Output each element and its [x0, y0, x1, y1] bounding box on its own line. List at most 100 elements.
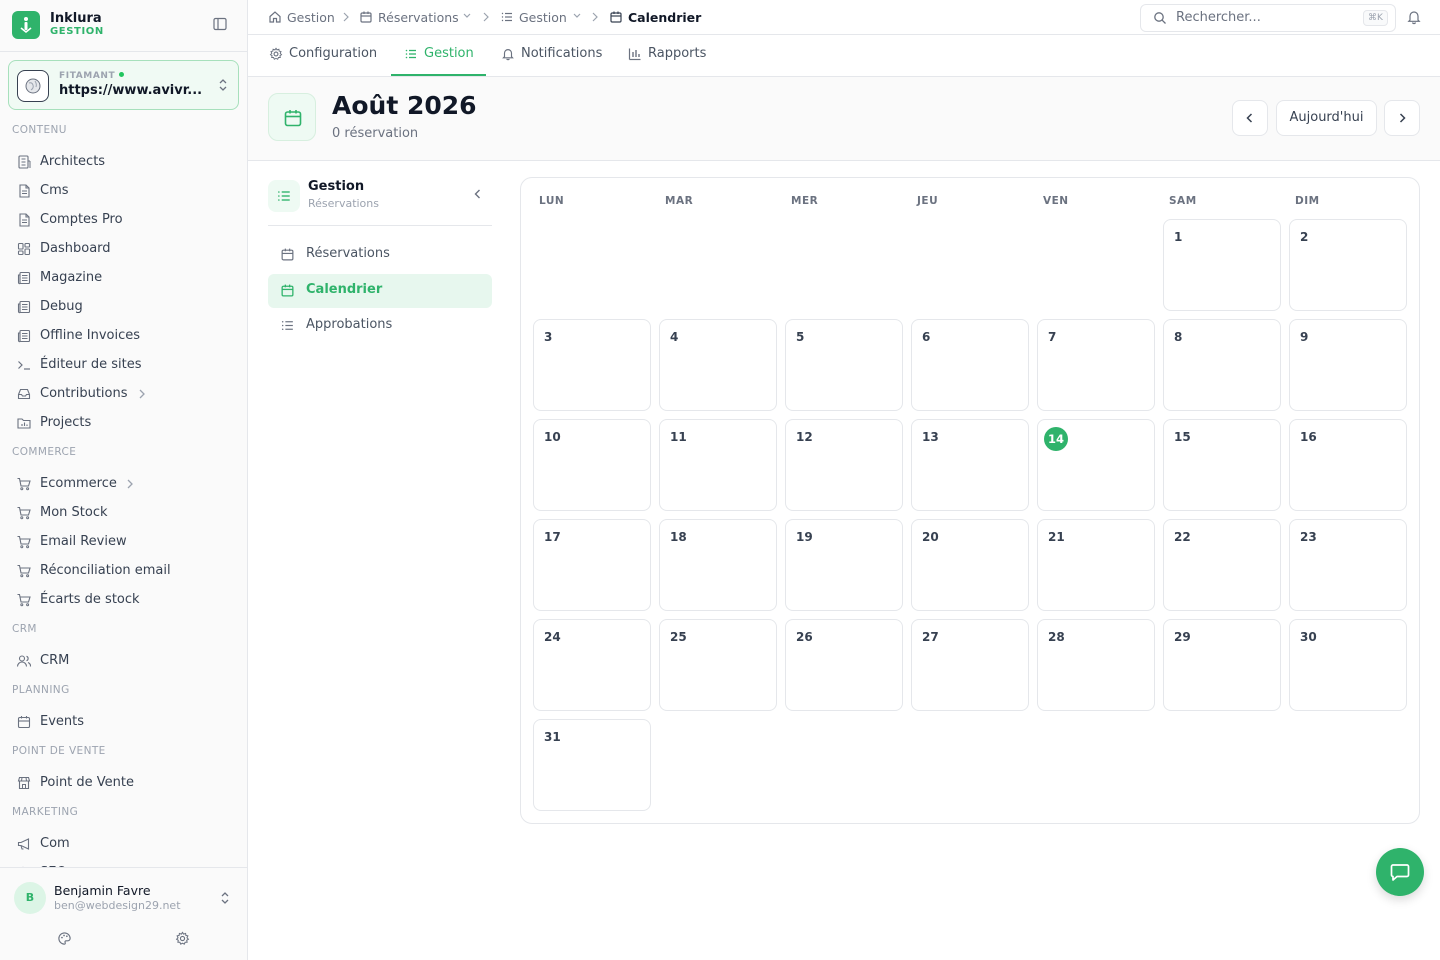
brand-subtitle: GESTION	[50, 26, 104, 37]
sidebar-item-mon-stock[interactable]: Mon Stock	[8, 500, 238, 526]
chevrons-up-down-icon[interactable]	[219, 891, 231, 905]
calendar-day[interactable]: 10	[533, 419, 651, 511]
sidebar-item-offline-invoices[interactable]: Offline Invoices	[8, 323, 238, 349]
sidebar-toggle-icon[interactable]	[212, 16, 232, 36]
section-nav-item-approbations[interactable]: Approbations	[268, 309, 492, 343]
section-nav-item-calendrier[interactable]: Calendrier	[268, 274, 492, 308]
chevron-down-icon[interactable]	[572, 12, 582, 20]
sidebar-nav[interactable]: CONTENU Architects Cms Comptes Pro Dashboard…	[0, 118, 247, 868]
weekday-header: VEN	[1043, 195, 1069, 207]
sidebar-item-dashboard[interactable]: Dashboard	[8, 236, 238, 262]
calendar-day[interactable]: 18	[659, 519, 777, 611]
sidebar-item-debug[interactable]: Debug	[8, 294, 238, 320]
sidebar-item-projects[interactable]: Projects	[8, 410, 238, 436]
sidebar-item-email-review[interactable]: Email Review	[8, 529, 238, 555]
calendar-day-today[interactable]: 14	[1037, 419, 1155, 511]
calendar-day[interactable]: 20	[911, 519, 1029, 611]
section-nav-label: Approbations	[306, 317, 393, 332]
sidebar-item-com[interactable]: Com	[8, 831, 238, 857]
calendar-day[interactable]: 30	[1289, 619, 1407, 711]
calendar-day[interactable]: 17	[533, 519, 651, 611]
bar-chart-icon	[628, 47, 642, 61]
sidebar-item-editeur-de-sites[interactable]: Éditeur de sites	[8, 352, 238, 378]
sidebar-item-point-de-vente[interactable]: Point de Vente	[8, 770, 238, 796]
calendar-day[interactable]: 22	[1163, 519, 1281, 611]
day-number: 26	[796, 630, 813, 644]
gear-icon[interactable]	[175, 931, 190, 946]
calendar-day[interactable]: 4	[659, 319, 777, 411]
sidebar-item-label: Contributions	[40, 386, 128, 401]
calendar-day[interactable]: 27	[911, 619, 1029, 711]
chevron-down-icon[interactable]	[462, 12, 472, 20]
search-input[interactable]: Rechercher... ⌘K	[1140, 4, 1396, 32]
sidebar-item-reconciliation-email[interactable]: Réconciliation email	[8, 558, 238, 584]
calendar-day[interactable]: 11	[659, 419, 777, 511]
search-placeholder: Rechercher...	[1176, 10, 1261, 25]
site-switcher[interactable]: FITAMANT https://www.avivr...	[8, 60, 239, 110]
user-menu[interactable]: B Benjamin Favre ben@webdesign29.net	[0, 868, 247, 960]
section-nav-label: Réservations	[306, 246, 390, 261]
bell-icon[interactable]	[1406, 9, 1422, 25]
sidebar-item-contributions[interactable]: Contributions	[8, 381, 238, 407]
weekday-header: SAM	[1169, 195, 1197, 207]
sidebar-item-comptes-pro[interactable]: Comptes Pro	[8, 207, 238, 233]
chevron-left-icon[interactable]	[472, 188, 484, 200]
section-nav-item-reservations[interactable]: Réservations	[268, 238, 492, 272]
brand[interactable]: Inklura GESTION	[12, 10, 236, 42]
day-number: 20	[922, 530, 939, 544]
calendar-day[interactable]: 19	[785, 519, 903, 611]
sidebar-item-label: Ecommerce	[40, 476, 117, 491]
bell-icon	[501, 47, 515, 61]
calendar-day[interactable]: 23	[1289, 519, 1407, 611]
palette-icon[interactable]	[57, 931, 72, 946]
calendar-day[interactable]: 29	[1163, 619, 1281, 711]
sidebar-item-ecommerce[interactable]: Ecommerce	[8, 471, 238, 497]
users-icon	[16, 653, 32, 669]
sidebar-item-crm[interactable]: CRM	[8, 648, 238, 674]
calendar-day[interactable]: 1	[1163, 219, 1281, 311]
previous-month-button[interactable]	[1232, 100, 1268, 136]
calendar-day[interactable]: 7	[1037, 319, 1155, 411]
sidebar-item-events[interactable]: Events	[8, 709, 238, 735]
section-nav-label: Calendrier	[306, 282, 383, 297]
chat-button[interactable]	[1376, 848, 1424, 896]
sidebar-section-title: MARKETING	[12, 806, 79, 818]
calendar-day[interactable]: 21	[1037, 519, 1155, 611]
sidebar-item-cms[interactable]: Cms	[8, 178, 238, 204]
calendar-day[interactable]: 15	[1163, 419, 1281, 511]
chevrons-up-down-icon	[217, 78, 229, 92]
sidebar-section-title: POINT DE VENTE	[12, 745, 106, 757]
calendar-day[interactable]: 2	[1289, 219, 1407, 311]
calendar-day[interactable]: 13	[911, 419, 1029, 511]
today-button[interactable]: Aujourd'hui	[1276, 100, 1377, 136]
day-number: 14	[1044, 427, 1068, 451]
sidebar-item-label: Éditeur de sites	[40, 357, 142, 372]
top-bar: Gestion Réservations Gestion Calendrier …	[248, 0, 1440, 35]
calendar-day[interactable]: 12	[785, 419, 903, 511]
list-icon	[280, 318, 295, 333]
day-number: 9	[1300, 330, 1309, 344]
calendar-day[interactable]: 3	[533, 319, 651, 411]
calendar-day[interactable]: 24	[533, 619, 651, 711]
newspaper-icon	[16, 270, 32, 286]
day-number: 30	[1300, 630, 1317, 644]
calendar-icon	[268, 93, 316, 141]
active-tab-indicator	[391, 74, 486, 76]
calendar-day[interactable]: 28	[1037, 619, 1155, 711]
sidebar-section-title: CRM	[12, 623, 37, 635]
sidebar-item-ecarts-de-stock[interactable]: Écarts de stock	[8, 587, 238, 613]
calendar-day[interactable]: 5	[785, 319, 903, 411]
weekday-header: LUN	[539, 195, 565, 207]
calendar-day[interactable]: 26	[785, 619, 903, 711]
next-month-button[interactable]	[1384, 100, 1420, 136]
sidebar-item-architects[interactable]: Architects	[8, 149, 238, 175]
calendar-day[interactable]: 31	[533, 719, 651, 811]
day-number: 7	[1048, 330, 1057, 344]
calendar-day[interactable]: 25	[659, 619, 777, 711]
calendar-day[interactable]: 8	[1163, 319, 1281, 411]
sidebar-item-magazine[interactable]: Magazine	[8, 265, 238, 291]
online-status-dot	[119, 72, 125, 77]
calendar-day[interactable]: 6	[911, 319, 1029, 411]
calendar-day[interactable]: 16	[1289, 419, 1407, 511]
calendar-day[interactable]: 9	[1289, 319, 1407, 411]
